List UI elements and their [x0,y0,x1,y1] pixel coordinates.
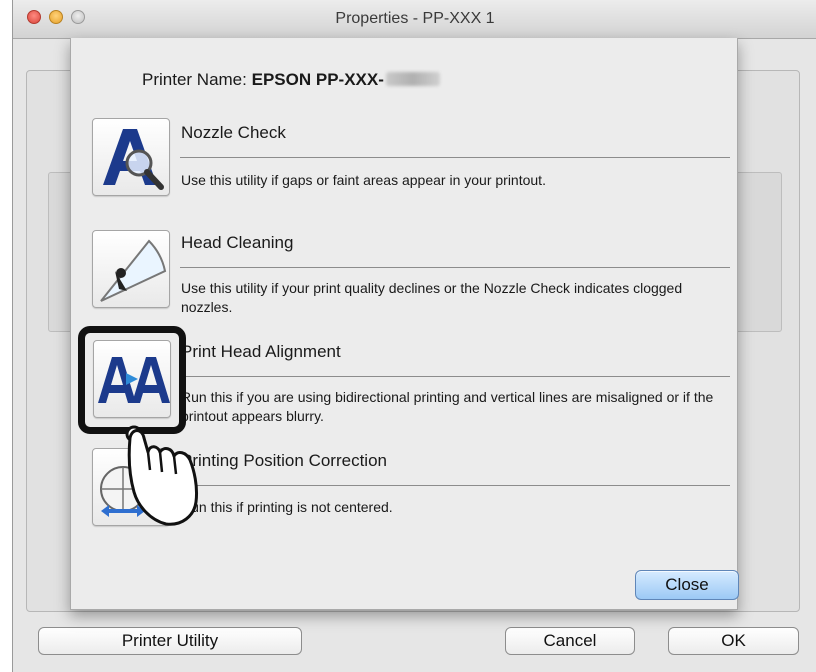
close-button[interactable]: Close [635,570,739,600]
utility-description-head-cleaning: Use this utility if your print quality d… [181,280,683,315]
utility-description-printing-position-correction: Run this if printing is not centered. [181,499,393,515]
window-title: Properties - PP-XXX 1 [335,10,495,27]
pointing-hand-icon [125,425,198,526]
cancel-button[interactable]: Cancel [505,627,635,655]
utility-title-print-head-alignment: Print Head Alignment [181,342,341,361]
utility-description-print-head-alignment: Run this if you are using bidirectional … [181,389,714,424]
nozzle-check-icon [103,129,164,190]
title-bar: Properties - PP-XXX 1 [13,0,816,39]
ok-button[interactable]: OK [668,627,799,655]
head-cleaning-button[interactable] [92,230,170,308]
utility-title-nozzle-check: Nozzle Check [181,123,286,142]
printer-name: Printer Name: EPSON PP-XXX- [142,70,440,90]
divider [180,267,730,268]
divider [180,485,730,486]
redacted-serial [385,72,440,86]
nozzle-check-button[interactable] [92,118,170,196]
printer-utility-button[interactable]: Printer Utility [38,627,302,655]
utility-title-printing-position-correction: Printing Position Correction [181,451,387,470]
divider [180,376,730,377]
divider [180,157,730,158]
printer-name-label: Printer Name: [142,70,247,89]
utility-title-head-cleaning: Head Cleaning [181,233,294,252]
utility-description-nozzle-check: Use this utility if gaps or faint areas … [181,172,546,188]
highlight-frame [78,326,186,434]
printer-name-value: EPSON PP-XXX- [251,70,384,89]
head-cleaning-icon [100,239,167,302]
